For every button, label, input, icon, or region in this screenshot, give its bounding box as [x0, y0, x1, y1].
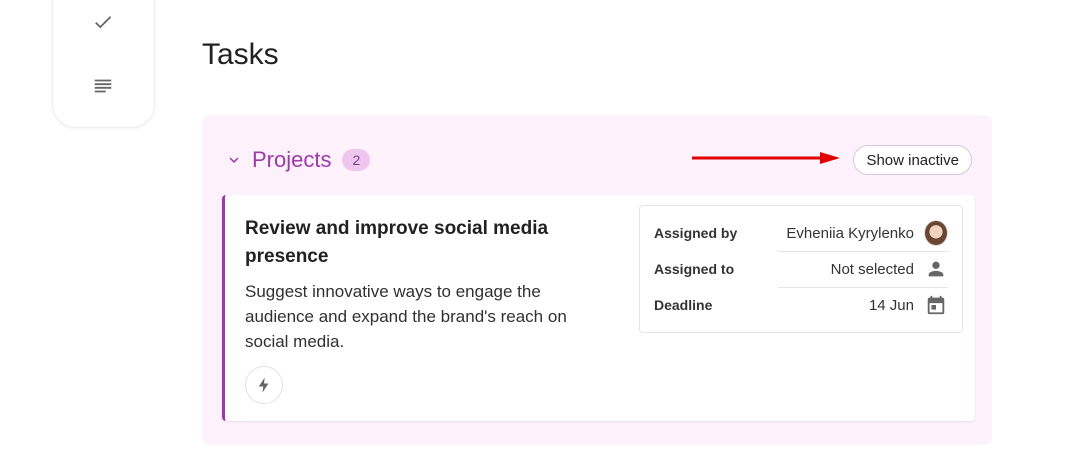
projects-count-badge: 2: [342, 149, 371, 171]
task-title: Review and improve social media presence: [245, 218, 549, 267]
detail-value[interactable]: 14 Jun: [774, 297, 924, 314]
projects-section: Projects 2 Show inactive Review and impr…: [202, 115, 992, 445]
check-icon[interactable]: [91, 10, 115, 34]
notes-icon[interactable]: [91, 74, 115, 98]
bolt-button[interactable]: [245, 366, 283, 404]
task-card[interactable]: Review and improve social media presence…: [222, 195, 975, 421]
avatar: [924, 220, 948, 246]
show-inactive-button[interactable]: Show inactive: [853, 145, 972, 175]
detail-row-deadline: Deadline 14 Jun: [654, 287, 948, 323]
annotation-arrow: [692, 152, 840, 164]
detail-row-assigned-to: Assigned to Not selected: [654, 251, 948, 287]
detail-value[interactable]: Not selected: [774, 261, 924, 278]
person-icon[interactable]: [924, 257, 948, 281]
detail-label: Deadline: [654, 297, 713, 313]
detail-row-assigned-by: Assigned by Evheniia Kyrylenko: [654, 215, 948, 251]
task-details-panel: Assigned by Evheniia Kyrylenko Assigned …: [639, 205, 963, 333]
detail-label: Assigned to: [654, 261, 735, 277]
calendar-icon[interactable]: [924, 293, 948, 317]
bolt-icon: [258, 377, 269, 393]
task-description: Suggest innovative ways to engage the au…: [245, 282, 567, 351]
detail-value[interactable]: Evheniia Kyrylenko: [774, 225, 924, 242]
page-title: Tasks: [202, 38, 279, 71]
projects-title: Projects: [252, 147, 332, 172]
detail-label: Assigned by: [654, 225, 738, 241]
projects-header[interactable]: Projects 2: [224, 143, 371, 177]
side-rail: [52, 0, 155, 128]
chevron-down-icon[interactable]: [224, 150, 244, 170]
